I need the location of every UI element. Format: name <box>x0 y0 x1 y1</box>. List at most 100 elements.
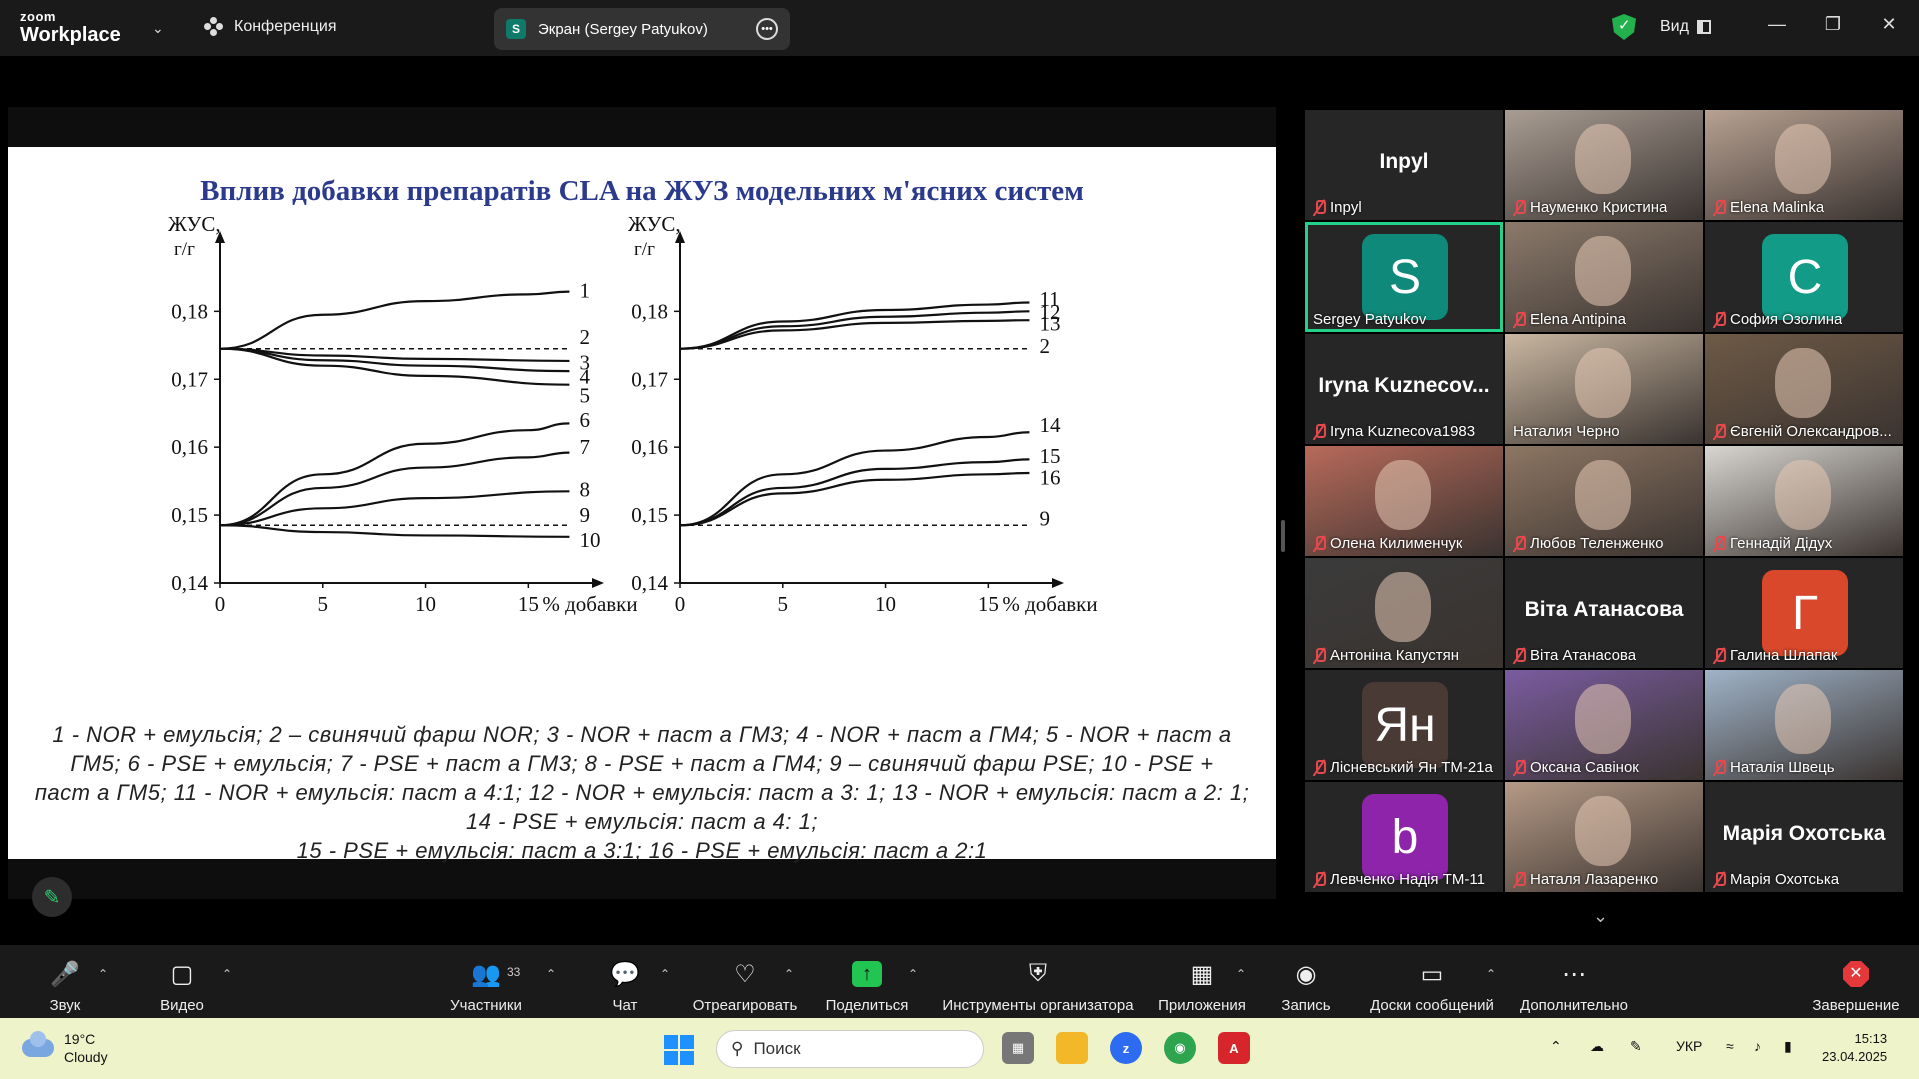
series-label-9: 9 <box>1039 506 1050 530</box>
more-icon[interactable]: ••• <box>756 18 778 40</box>
close-icon[interactable]: ✕ <box>1876 14 1902 40</box>
participant-tile[interactable]: Олена Килименчук <box>1305 446 1503 556</box>
participant-tile[interactable]: C София Озолина <box>1705 222 1903 332</box>
record-button[interactable]: ◉ Запись <box>1276 959 1336 1015</box>
chart-right-svg: ЖУС,г/г0,140,150,160,170,180 5 10 15% добав… <box>628 212 1098 616</box>
file-explorer-icon[interactable] <box>1056 1032 1088 1064</box>
participant-tile[interactable]: Наталя Лазаренко <box>1505 782 1703 892</box>
share-button[interactable]: ↑ Поделиться <box>822 959 912 1014</box>
avatar: C <box>1762 234 1848 320</box>
participant-tile[interactable]: Оксана Савінок <box>1505 670 1703 780</box>
participant-tile[interactable]: Марія Охотська Марія Охотська <box>1705 782 1903 892</box>
series-label-9: 9 <box>579 503 590 527</box>
y-tick-label: 0,18 <box>631 299 668 323</box>
participant-tile[interactable]: Elena Antipina <box>1505 222 1703 332</box>
participant-tile[interactable]: Любов Теленженко <box>1505 446 1703 556</box>
person-silhouette <box>1575 124 1631 194</box>
chevron-up-icon[interactable]: ⌃ <box>784 967 794 981</box>
chart-left: ЖУС, г/г 0,14 0,15 0,16 0,17 0,18 0 5 10 15% добав… <box>158 207 678 616</box>
avatar: S <box>1362 234 1448 320</box>
task-view-icon[interactable]: ▦ <box>1002 1032 1034 1064</box>
chevron-down-icon[interactable]: ⌄ <box>152 20 164 37</box>
participant-tile[interactable]: Віта Атанасова Віта Атанасова <box>1505 558 1703 668</box>
chevron-down-icon[interactable]: ⌄ <box>1593 906 1608 927</box>
chevron-up-icon[interactable]: ⌃ <box>660 967 670 981</box>
battery-icon[interactable]: ▮ <box>1784 1038 1792 1055</box>
chevron-up-icon[interactable]: ⌃ <box>222 967 232 981</box>
apps-button[interactable]: ▦ Приложения <box>1156 959 1248 1015</box>
x-tick-label: 10 <box>415 592 436 616</box>
participant-tile[interactable]: Iryna Kuznecov... Iryna Kuznecova1983 <box>1305 334 1503 444</box>
view-button[interactable]: Вид <box>1660 18 1711 36</box>
participant-tile[interactable]: Наталія Швець <box>1705 670 1903 780</box>
zoom-app-icon[interactable]: z <box>1110 1032 1142 1064</box>
clock-time: 15:13 <box>1854 1031 1888 1046</box>
whiteboards-button[interactable]: ▭ Доски сообщений <box>1366 959 1498 1015</box>
mic-muted-icon <box>1513 759 1526 776</box>
participant-tile[interactable]: S Sergey Patyukov <box>1305 222 1503 332</box>
participant-tile[interactable]: Elena Malinka <box>1705 110 1903 220</box>
series-line-7 <box>219 451 570 527</box>
camera-icon: ▢ <box>170 960 194 988</box>
chat-button[interactable]: 💬 Чат <box>600 959 650 1015</box>
participant-tile[interactable]: Антоніна Капустян <box>1305 558 1503 668</box>
chevron-up-icon[interactable]: ⌃ <box>1486 967 1496 981</box>
weather-widget[interactable]: 19°C Cloudy <box>22 1030 108 1066</box>
y-tick-label: 0,17 <box>171 367 208 391</box>
series-line-8 <box>219 490 570 527</box>
windows-start-icon[interactable] <box>664 1035 694 1065</box>
avatar: b <box>1362 794 1448 880</box>
chevron-up-icon[interactable]: ⌃ <box>1236 967 1246 981</box>
end-call-icon: ✕ <box>1810 959 1902 989</box>
series-label-8: 8 <box>579 477 590 501</box>
language-indicator[interactable]: УКР <box>1676 1038 1702 1054</box>
chrome-icon[interactable]: ◉ <box>1164 1032 1196 1064</box>
person-silhouette <box>1775 348 1831 418</box>
shield-check-icon[interactable] <box>1612 14 1636 40</box>
person-silhouette <box>1575 460 1631 530</box>
more-button[interactable]: ⋯ Дополнительно <box>1514 959 1634 1015</box>
avatar: Ян <box>1362 682 1448 768</box>
participant-name: София Озолина <box>1713 311 1842 328</box>
participant-tile[interactable]: b Левченко Надія ТМ-11 <box>1305 782 1503 892</box>
participant-tile[interactable]: Ян Лісневський Ян ТМ-21а <box>1305 670 1503 780</box>
shield-icon: ⛨ <box>1029 960 1047 987</box>
chevron-up-icon[interactable]: ⌃ <box>908 967 918 981</box>
zoom-brand[interactable]: zoom Workplace <box>20 10 121 45</box>
split-handle[interactable] <box>1281 520 1285 552</box>
restore-icon[interactable]: ❐ <box>1820 14 1846 40</box>
participant-name: Євгеній Олександров... <box>1713 423 1892 440</box>
system-clock[interactable]: 15:13 23.04.2025 <box>1822 1030 1887 1066</box>
participant-name: Наталия Черно <box>1513 423 1620 440</box>
chevron-up-icon[interactable]: ⌃ <box>98 967 108 981</box>
weather-temp: 19°C <box>64 1031 96 1047</box>
wifi-icon[interactable]: ≈ <box>1726 1038 1734 1054</box>
participant-name: Галина Шлапак <box>1713 647 1837 664</box>
audio-button[interactable]: 🎤 Звук <box>40 959 90 1015</box>
participant-tile[interactable]: Г Галина Шлапак <box>1705 558 1903 668</box>
end-button[interactable]: ✕ Завершение <box>1810 959 1902 1014</box>
network-icon[interactable]: ☁ <box>1590 1038 1604 1055</box>
video-button[interactable]: ▢ Видео <box>152 959 212 1015</box>
participant-tile[interactable]: Євгеній Олександров... <box>1705 334 1903 444</box>
chevron-up-icon[interactable]: ⌃ <box>546 967 556 981</box>
minimize-icon[interactable]: — <box>1764 14 1790 40</box>
screen-share-pill[interactable]: S Экран (Sergey Patyukov) ••• <box>494 8 790 50</box>
conference-button[interactable]: Конференция <box>204 17 337 37</box>
participant-name: Оксана Савінок <box>1513 759 1639 776</box>
x-tick-label: 10 <box>875 592 896 616</box>
host-tools-button[interactable]: ⛨ Инструменты организатора <box>940 959 1136 1014</box>
participant-tile[interactable]: Inpyl Inpyl <box>1305 110 1503 220</box>
series-label-1: 1 <box>579 278 590 302</box>
chevron-up-icon[interactable]: ⌃ <box>1550 1038 1562 1055</box>
react-label: Отреагировать <box>692 997 798 1014</box>
participant-tile[interactable]: Геннадій Дідух <box>1705 446 1903 556</box>
mic-muted-icon <box>1313 759 1326 776</box>
participant-tile[interactable]: Наталия Черно <box>1505 334 1703 444</box>
pencil-icon[interactable]: ✎ <box>32 877 72 917</box>
acrobat-icon[interactable]: A <box>1218 1032 1250 1064</box>
volume-icon[interactable]: ♪ <box>1754 1038 1761 1054</box>
pen-icon[interactable]: ✎ <box>1630 1038 1642 1055</box>
participant-tile[interactable]: Науменко Кристина <box>1505 110 1703 220</box>
taskbar-search[interactable]: ⚲ Поиск <box>716 1030 984 1068</box>
